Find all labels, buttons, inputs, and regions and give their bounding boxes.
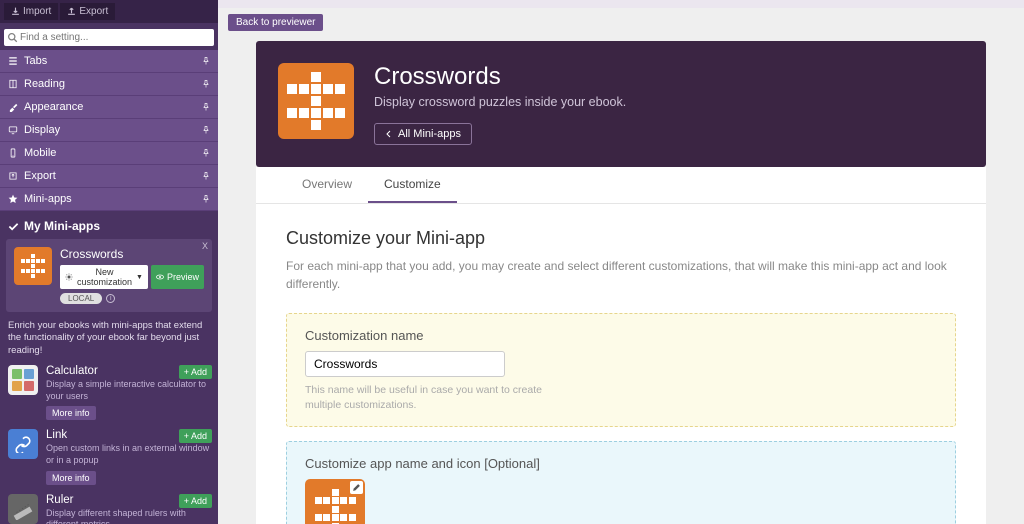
more-info-calculator-button[interactable]: More info — [46, 406, 96, 420]
customization-name-input[interactable] — [305, 351, 505, 377]
nav-item-label: Mobile — [24, 147, 56, 159]
my-miniapps-label: My Mini-apps — [24, 219, 100, 233]
pin-icon — [202, 57, 210, 65]
download-icon — [11, 7, 20, 16]
custom-name-label: Customization name — [305, 328, 937, 343]
pin-icon — [202, 149, 210, 157]
brush-icon — [8, 102, 18, 112]
main-area: Back to previewer Crosswords Display cro… — [218, 0, 1024, 524]
topbar-buttons: Import Export — [0, 0, 218, 23]
nav-item-label: Appearance — [24, 101, 83, 113]
nav-item-export[interactable]: Export — [0, 165, 218, 188]
nav-item-label: Reading — [24, 78, 65, 90]
pin-icon — [202, 195, 210, 203]
appname-label: Customize app name and icon [Optional] — [305, 456, 937, 471]
check-icon — [8, 221, 19, 232]
nav-item-mobile[interactable]: Mobile — [0, 142, 218, 165]
miniapp-hero: Crosswords Display crossword puzzles ins… — [256, 41, 986, 167]
search-input[interactable] — [4, 29, 214, 46]
more-info-link-button[interactable]: More info — [46, 471, 96, 485]
export-button[interactable]: Export — [60, 3, 115, 20]
library-item-desc: Display different shaped rulers with dif… — [46, 508, 212, 524]
nav-item-reading[interactable]: Reading — [0, 73, 218, 96]
add-calculator-button[interactable]: + Add — [179, 365, 212, 379]
new-customization-label: New customization — [76, 267, 133, 287]
local-badge: LOCAL — [60, 293, 102, 304]
hero-subtitle: Display crossword puzzles inside your eb… — [374, 95, 964, 109]
custom-name-help: This name will be useful in case you wan… — [305, 383, 545, 412]
enrich-description: Enrich your ebooks with mini-apps that e… — [0, 320, 218, 365]
appname-fieldset: Customize app name and icon [Optional] — [286, 441, 956, 524]
eye-icon — [156, 273, 164, 281]
library-item-link: + AddLinkOpen custom links in an externa… — [6, 429, 212, 485]
mobile-icon — [8, 148, 18, 158]
calc-icon — [8, 365, 38, 395]
app-icon-preview — [305, 479, 365, 524]
all-miniapps-label: All Mini-apps — [398, 128, 461, 140]
back-to-previewer-button[interactable]: Back to previewer — [228, 14, 323, 31]
nav-item-label: Export — [24, 170, 56, 182]
export-label: Export — [79, 6, 108, 17]
miniapp-library: + AddCalculatorDisplay a simple interact… — [0, 365, 218, 524]
nav-item-display[interactable]: Display — [0, 119, 218, 142]
info-icon[interactable]: i — [106, 294, 115, 303]
customization-name-fieldset: Customization name This name will be use… — [286, 313, 956, 427]
nav-item-mini-apps[interactable]: Mini-apps — [0, 188, 218, 211]
edit-icon-button[interactable] — [350, 481, 363, 494]
link-icon — [8, 429, 38, 459]
my-miniapps-heading: My Mini-apps — [0, 211, 218, 239]
tab-customize[interactable]: Customize — [368, 167, 457, 203]
close-icon[interactable]: X — [202, 241, 208, 251]
content-scroll: Crosswords Display crossword puzzles ins… — [218, 41, 1024, 524]
crosswords-icon — [14, 247, 52, 285]
pin-icon — [202, 103, 210, 111]
crosswords-icon — [278, 63, 354, 139]
miniapp-tabs: Overview Customize — [256, 167, 986, 204]
add-ruler-button[interactable]: + Add — [179, 494, 212, 508]
pin-icon — [202, 80, 210, 88]
star-icon — [8, 194, 18, 204]
import-button[interactable]: Import — [4, 3, 58, 20]
library-item-calculator: + AddCalculatorDisplay a simple interact… — [6, 365, 212, 421]
nav-item-appearance[interactable]: Appearance — [0, 96, 218, 119]
hero-title: Crosswords — [374, 63, 964, 91]
add-link-button[interactable]: + Add — [179, 429, 212, 443]
chevron-left-icon — [385, 130, 393, 138]
panel-lead: For each mini-app that you add, you may … — [286, 257, 956, 293]
pin-icon — [202, 126, 210, 134]
book-icon — [8, 79, 18, 89]
main-top-strip — [218, 0, 1024, 8]
selected-miniapp-card: X Crosswords New customization ▼ Preview… — [6, 239, 212, 312]
nav-list: Tabs Reading Appearance Display Mobile Export… — [0, 50, 218, 211]
nav-item-label: Tabs — [24, 55, 47, 67]
upload-icon — [67, 7, 76, 16]
pin-icon — [202, 172, 210, 180]
customize-panel: Customize your Mini-app For each mini-ap… — [256, 204, 986, 524]
nav-item-label: Mini-apps — [24, 193, 72, 205]
preview-label: Preview — [167, 272, 199, 282]
library-item-ruler: + AddRulerDisplay different shaped ruler… — [6, 494, 212, 524]
library-item-desc: Open custom links in an external window … — [46, 443, 212, 466]
list-icon — [8, 56, 18, 66]
display-icon — [8, 125, 18, 135]
gear-icon — [65, 273, 73, 281]
import-label: Import — [23, 6, 51, 17]
selected-app-title: Crosswords — [60, 247, 204, 261]
panel-heading: Customize your Mini-app — [286, 228, 956, 249]
library-item-desc: Display a simple interactive calculator … — [46, 379, 212, 402]
tab-overview[interactable]: Overview — [286, 167, 368, 203]
new-customization-button[interactable]: New customization ▼ — [60, 265, 148, 289]
search-wrap — [0, 23, 218, 50]
all-miniapps-button[interactable]: All Mini-apps — [374, 123, 472, 145]
settings-sidebar: Import Export Tabs Reading Appearance Displ… — [0, 0, 218, 524]
preview-button[interactable]: Preview — [151, 265, 204, 289]
pencil-icon — [352, 483, 361, 492]
nav-item-tabs[interactable]: Tabs — [0, 50, 218, 73]
nav-item-label: Display — [24, 124, 60, 136]
export-icon — [8, 171, 18, 181]
ruler-icon — [8, 494, 38, 524]
